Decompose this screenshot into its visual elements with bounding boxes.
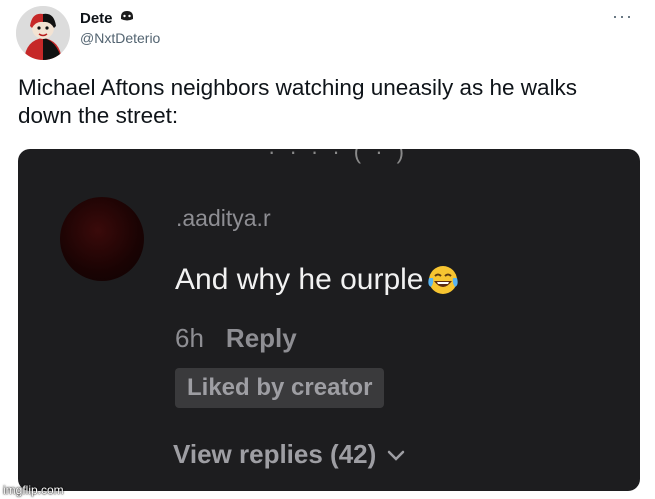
comment-username: .aaditya.r: [176, 205, 271, 231]
liked-by-creator-badge: Liked by creator: [175, 368, 385, 408]
comment-meta: 6h Reply: [175, 323, 297, 354]
comment-time: 6h: [175, 323, 204, 353]
watermark: imgflip.com: [3, 483, 64, 497]
user-handle[interactable]: @NxtDeterio: [80, 30, 160, 46]
mask-badge-icon: [119, 8, 135, 29]
harley-quinn-avatar-icon: [16, 6, 70, 60]
tweet-text: Michael Aftons neighbors watching uneasi…: [18, 75, 578, 128]
avatar[interactable]: [16, 6, 70, 60]
comment-text-row: And why he ourple: [175, 263, 460, 297]
tears-of-joy-emoji-icon: [426, 263, 460, 297]
name-row: Dete: [80, 8, 135, 29]
view-replies-label: View replies (42): [173, 439, 377, 469]
reply-button[interactable]: Reply: [226, 323, 297, 354]
cropped-text-fragment: · · · · ( · ): [268, 149, 408, 164]
chevron-down-icon: [386, 439, 406, 470]
tweet-media-comment-screenshot[interactable]: · · · · ( · ) .aaditya.r And why he ourp…: [18, 149, 640, 491]
view-replies-button[interactable]: View replies (42): [173, 439, 406, 470]
display-name[interactable]: Dete: [80, 10, 113, 27]
comment-text: And why he ourple: [175, 263, 424, 296]
more-options-button[interactable]: ···: [612, 6, 633, 27]
comment-avatar: [60, 197, 144, 281]
